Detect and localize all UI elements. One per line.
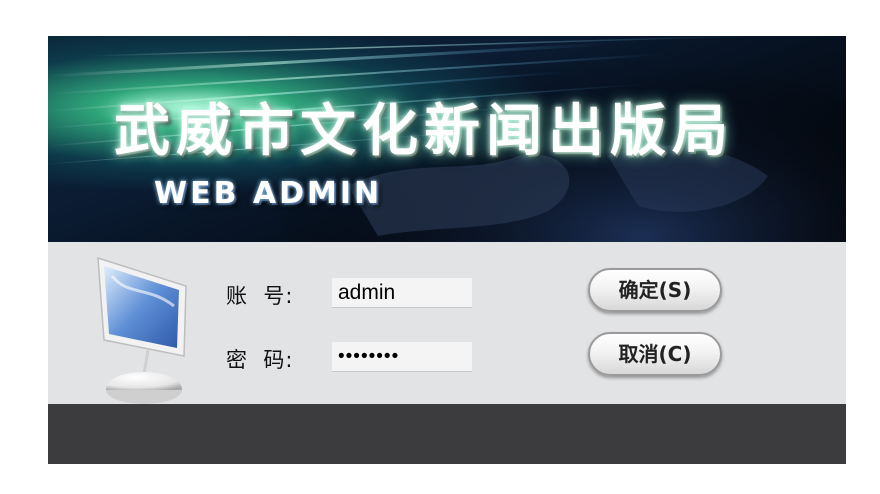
login-panel: 武威市文化新闻出版局 WEB ADMIN 账 号: 密 码: 确定(S) 取消(…	[48, 36, 846, 464]
confirm-button[interactable]: 确定(S)	[588, 268, 722, 312]
banner-title: 武威市文化新闻出版局	[114, 98, 734, 164]
cancel-button[interactable]: 取消(C)	[588, 332, 722, 376]
footer-bar	[48, 404, 846, 464]
banner-subtitle: WEB ADMIN	[154, 176, 383, 211]
account-input[interactable]	[332, 278, 472, 308]
password-input[interactable]	[332, 342, 472, 372]
account-label: 账 号:	[226, 284, 294, 308]
header-banner: 武威市文化新闻出版局 WEB ADMIN	[48, 36, 846, 242]
password-label: 密 码:	[226, 348, 294, 372]
imac-computer-icon	[97, 256, 187, 404]
